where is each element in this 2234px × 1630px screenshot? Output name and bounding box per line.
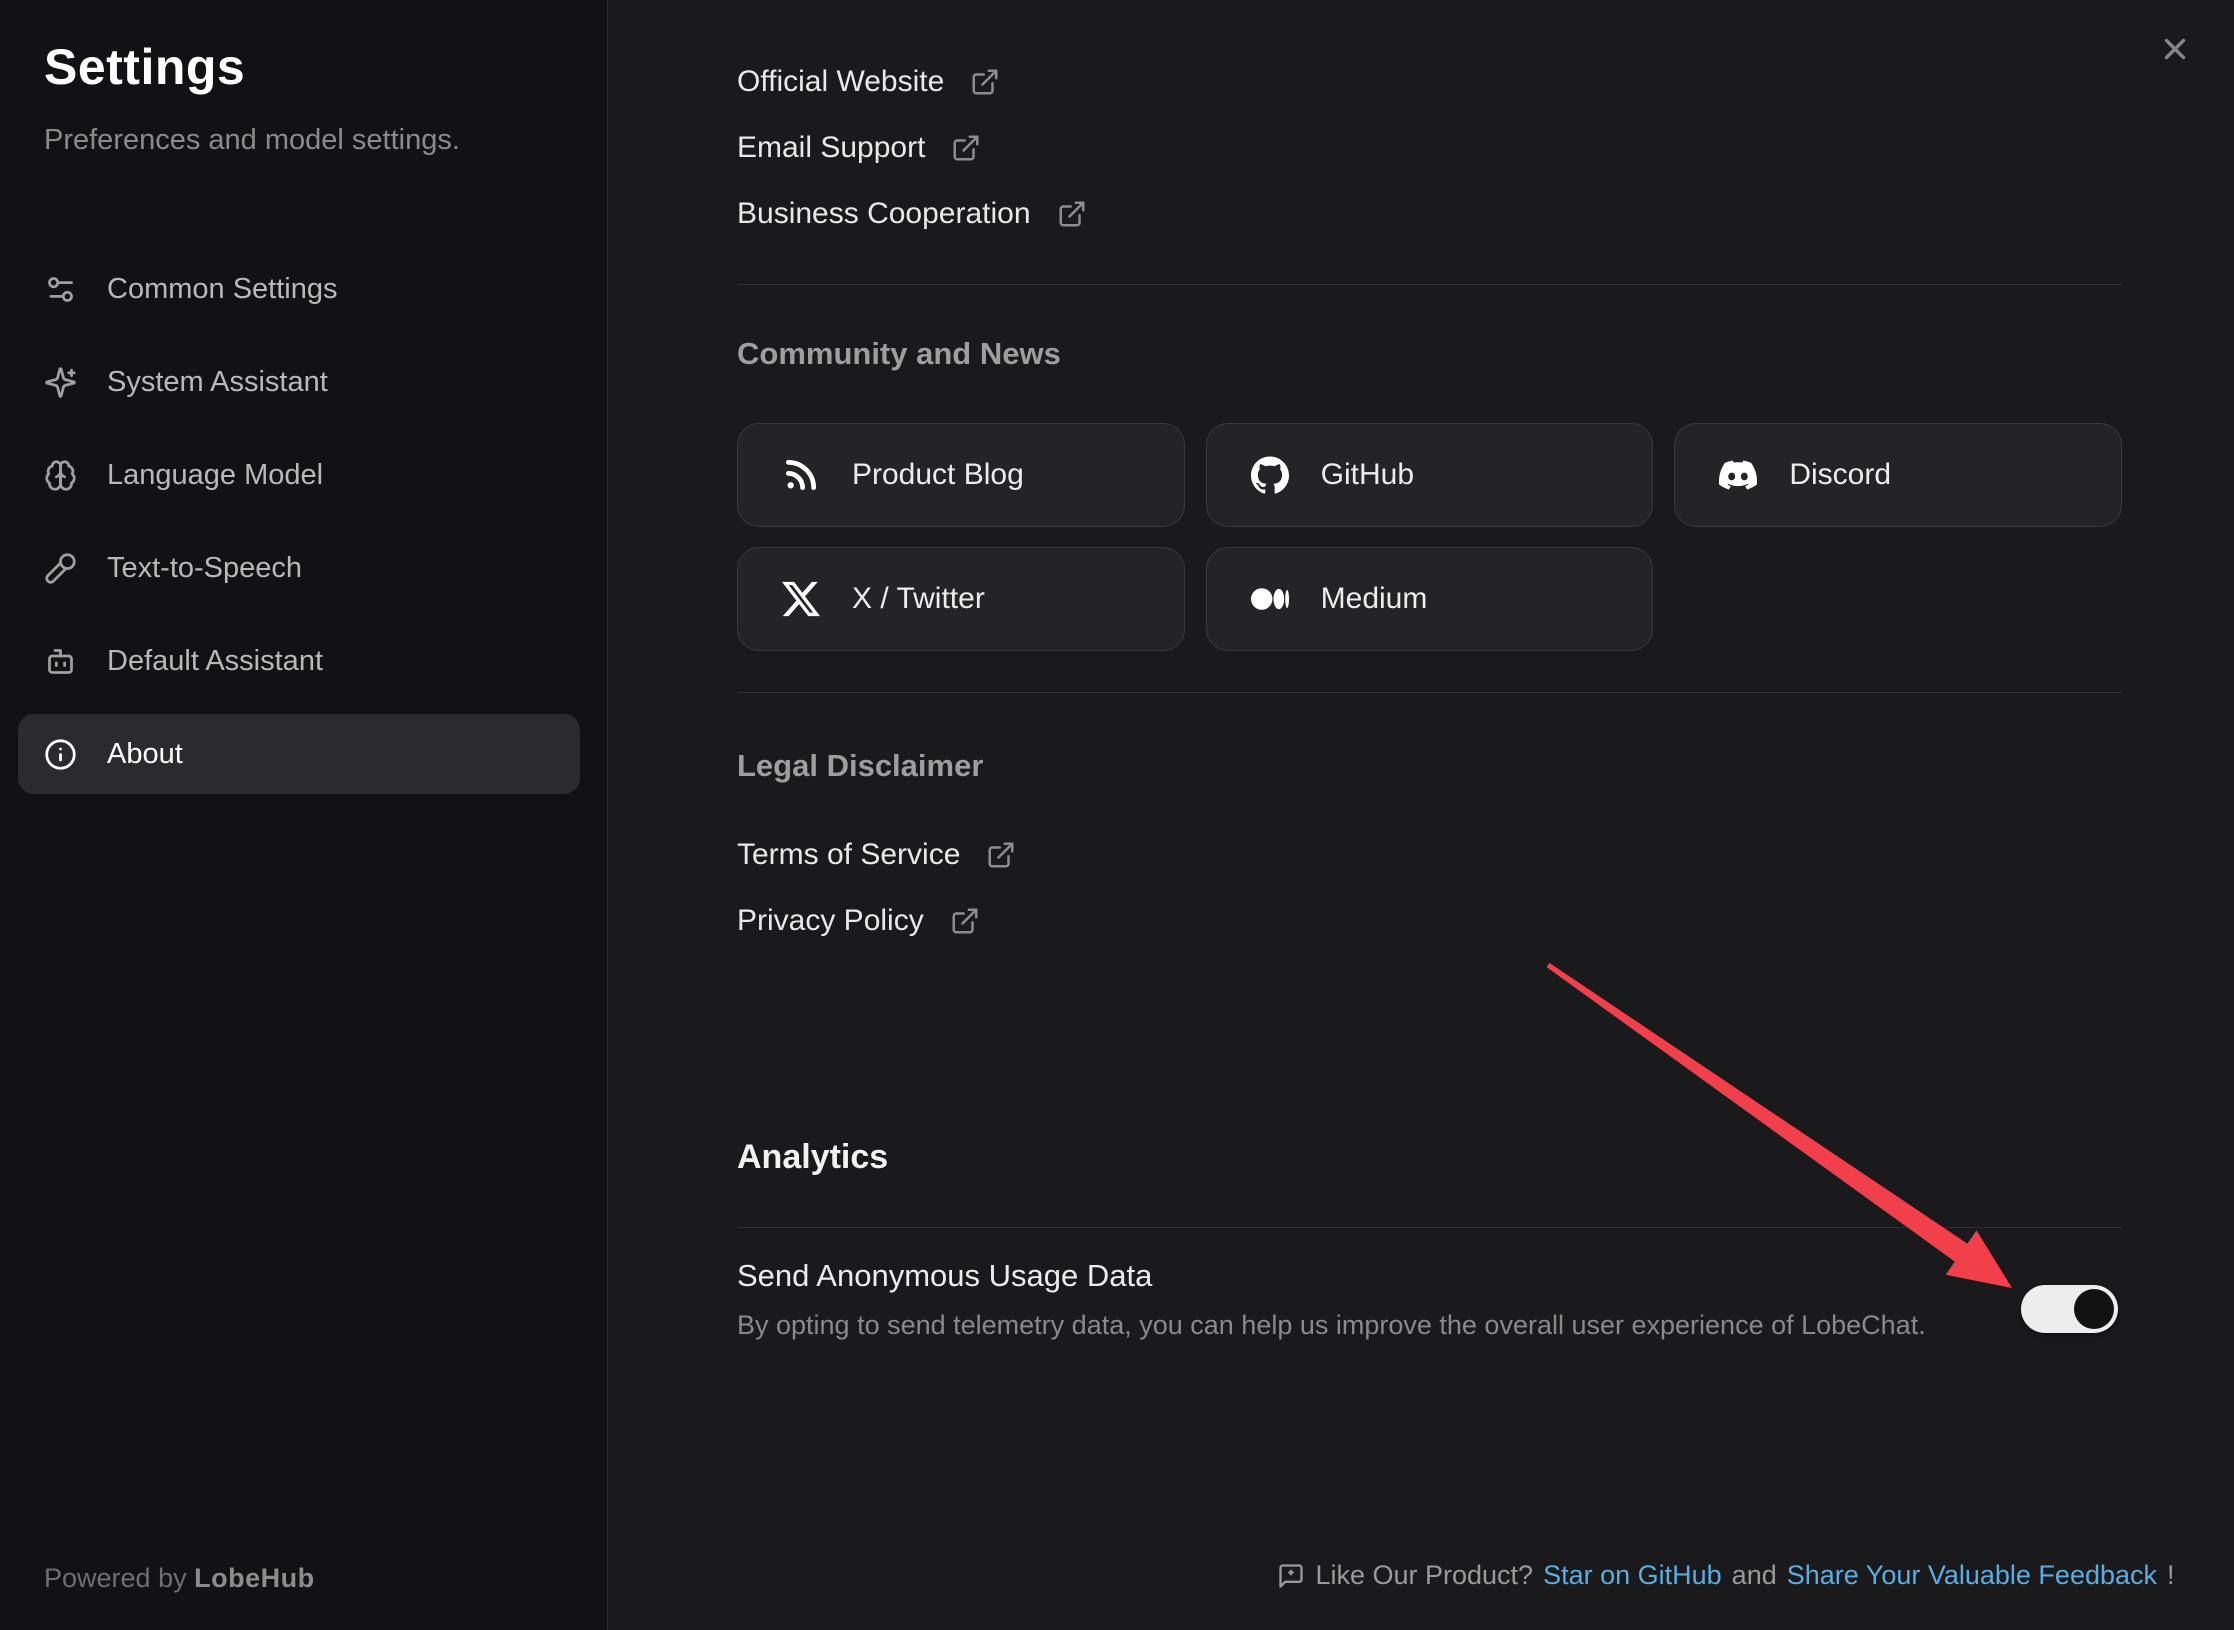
- terms-of-service-link[interactable]: Terms of Service: [737, 833, 1016, 877]
- about-panel: Contact Us Official Website Email Suppor…: [609, 0, 2234, 1630]
- button-label: Discord: [1789, 458, 1891, 492]
- sparkles-icon: [44, 366, 77, 399]
- business-cooperation-link[interactable]: Business Cooperation: [737, 192, 1087, 236]
- analytics-heading: Analytics: [737, 1138, 888, 1177]
- external-link-icon: [950, 906, 980, 936]
- info-icon: [44, 738, 77, 771]
- sidebar-item-about[interactable]: About: [18, 714, 580, 794]
- brain-icon: [44, 459, 77, 492]
- bot-icon: [44, 645, 77, 678]
- powered-by-text: Powered by: [44, 1563, 187, 1593]
- sidebar-item-text-to-speech[interactable]: Text-to-Speech: [18, 528, 580, 608]
- sidebar-item-system-assistant[interactable]: System Assistant: [18, 342, 580, 422]
- x-twitter-button[interactable]: X / Twitter: [737, 547, 1185, 651]
- share-feedback-link[interactable]: Share Your Valuable Feedback: [1787, 1560, 2157, 1591]
- official-website-link[interactable]: Official Website: [737, 60, 1000, 104]
- star-on-github-link[interactable]: Star on GitHub: [1543, 1560, 1722, 1591]
- lobehub-logo[interactable]: LobeHub: [194, 1563, 314, 1593]
- email-support-link[interactable]: Email Support: [737, 126, 981, 170]
- link-label: Official Website: [737, 65, 944, 99]
- close-button[interactable]: [2154, 28, 2196, 70]
- link-label: Terms of Service: [737, 838, 960, 872]
- footer-text: Like Our Product?: [1315, 1560, 1533, 1591]
- link-label: Privacy Policy: [737, 904, 924, 938]
- sidebar-item-label: Text-to-Speech: [107, 552, 302, 585]
- sidebar-item-label: Language Model: [107, 459, 323, 492]
- link-label: Business Cooperation: [737, 197, 1031, 231]
- footer-text: !: [2167, 1560, 2175, 1591]
- feedback-footer: Like Our Product? Star on GitHub and Sha…: [1218, 1560, 2234, 1591]
- sidebar-item-label: About: [107, 738, 183, 771]
- section-divider: [737, 284, 2122, 285]
- button-label: Medium: [1321, 582, 1428, 616]
- toggle-knob: [2074, 1289, 2114, 1329]
- settings-sidebar: Settings Preferences and model settings.…: [0, 0, 608, 1630]
- sidebar-item-label: System Assistant: [107, 366, 328, 399]
- powered-by: Powered by LobeHub: [44, 1563, 315, 1594]
- community-buttons: Product Blog GitHub Discord X / Twitter …: [737, 423, 2122, 651]
- button-label: X / Twitter: [852, 582, 985, 616]
- github-icon: [1251, 456, 1289, 494]
- close-icon: [2158, 32, 2192, 66]
- message-bubble-icon: [1277, 1562, 1305, 1590]
- send-usage-data-label: Send Anonymous Usage Data: [737, 1258, 1152, 1294]
- settings-nav: Common Settings System Assistant Languag…: [18, 249, 580, 794]
- product-blog-button[interactable]: Product Blog: [737, 423, 1185, 527]
- send-usage-data-toggle[interactable]: [2021, 1285, 2118, 1333]
- sidebar-item-label: Default Assistant: [107, 645, 323, 678]
- sidebar-item-common-settings[interactable]: Common Settings: [18, 249, 580, 329]
- section-divider: [737, 1227, 2122, 1228]
- about-content: Contact Us Official Website Email Suppor…: [737, 0, 2122, 1630]
- page-title: Settings: [44, 38, 245, 96]
- send-usage-data-description: By opting to send telemetry data, you ca…: [737, 1310, 1926, 1341]
- medium-icon: [1251, 580, 1289, 618]
- discord-button[interactable]: Discord: [1674, 423, 2122, 527]
- sidebar-item-language-model[interactable]: Language Model: [18, 435, 580, 515]
- mic-icon: [44, 552, 77, 585]
- button-label: GitHub: [1321, 458, 1414, 492]
- section-divider: [737, 692, 2122, 693]
- sidebar-item-default-assistant[interactable]: Default Assistant: [18, 621, 580, 701]
- page-subtitle: Preferences and model settings.: [44, 124, 460, 157]
- x-icon: [782, 580, 820, 618]
- github-button[interactable]: GitHub: [1206, 423, 1654, 527]
- rss-icon: [782, 456, 820, 494]
- community-heading: Community and News: [737, 336, 1061, 372]
- discord-icon: [1719, 456, 1757, 494]
- legal-heading: Legal Disclaimer: [737, 748, 983, 784]
- external-link-icon: [986, 840, 1016, 870]
- sidebar-item-label: Common Settings: [107, 273, 338, 306]
- external-link-icon: [1057, 199, 1087, 229]
- external-link-icon: [970, 67, 1000, 97]
- external-link-icon: [951, 133, 981, 163]
- privacy-policy-link[interactable]: Privacy Policy: [737, 899, 980, 943]
- button-label: Product Blog: [852, 458, 1024, 492]
- medium-button[interactable]: Medium: [1206, 547, 1654, 651]
- sliders-icon: [44, 273, 77, 306]
- footer-text: and: [1732, 1560, 1777, 1591]
- link-label: Email Support: [737, 131, 925, 165]
